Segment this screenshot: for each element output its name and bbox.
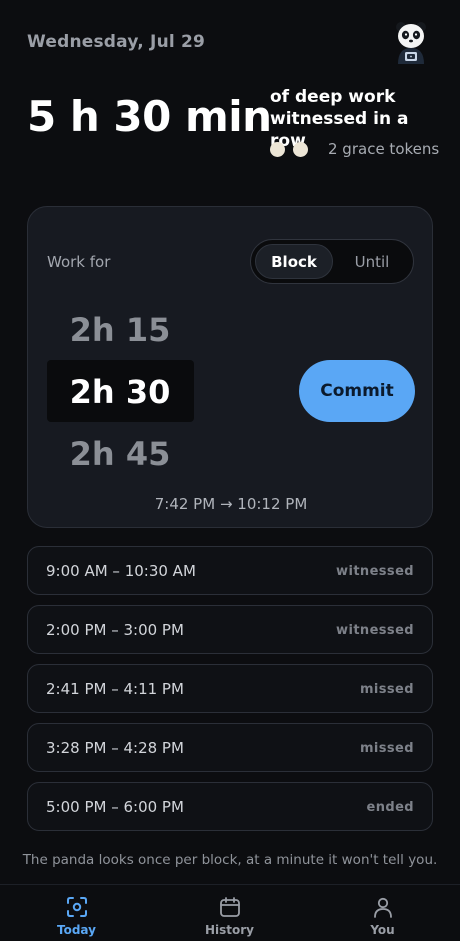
panda-avatar-icon[interactable] [394,22,428,64]
today-screen: Wednesday, Jul 29 5 h 30 min of deep wor… [0,0,460,941]
mode-toggle: Block Until [250,239,414,284]
block-row[interactable]: 2:00 PM – 3:00 PM witnessed [27,605,433,654]
grace-tokens-label: 2 grace tokens [328,140,440,158]
block-time: 2:41 PM – 4:11 PM [46,680,184,698]
focus-scan-icon [66,897,87,917]
block-row[interactable]: 3:28 PM – 4:28 PM missed [27,723,433,772]
grace-tokens: 2 grace tokens [270,140,439,158]
nav-you[interactable]: You [306,885,459,941]
block-row[interactable]: 5:00 PM – 6:00 PM ended [27,782,433,831]
duration-option-previous[interactable]: 2h 15 [47,311,193,349]
block-status: witnessed [336,564,414,579]
mode-until-option[interactable]: Until [335,244,409,279]
block-row[interactable]: 2:41 PM – 4:11 PM missed [27,664,433,713]
commit-button[interactable]: Commit [299,360,415,422]
block-status: witnessed [336,623,414,638]
calendar-icon [219,897,240,917]
footnote: The panda looks once per block, at a min… [22,852,438,868]
duration-option-next[interactable]: 2h 45 [47,435,193,473]
block-time: 5:00 PM – 6:00 PM [46,798,184,816]
block-time: 3:28 PM – 4:28 PM [46,739,184,757]
nav-today[interactable]: Today [0,885,153,941]
streak-duration: 5 h 30 min [27,92,272,141]
time-range-label: 7:42 PM → 10:12 PM [154,495,308,513]
block-time: 2:00 PM – 3:00 PM [46,621,184,639]
grace-token-icon [293,141,308,157]
nav-history[interactable]: History [153,885,306,941]
block-time: 9:00 AM – 10:30 AM [46,562,196,580]
work-for-label: Work for [47,253,111,271]
block-status: ended [366,800,414,815]
nav-history-label: History [204,923,255,937]
nav-today-label: Today [57,923,96,937]
nav-you-label: You [370,923,395,937]
person-icon [373,897,392,918]
bottom-nav: Today History You [0,884,460,941]
mode-block-option[interactable]: Block [255,244,333,279]
grace-token-icon [270,141,285,157]
block-row[interactable]: 9:00 AM – 10:30 AM witnessed [27,546,433,595]
date-label: Wednesday, Jul 29 [27,32,206,52]
block-status: missed [359,741,414,756]
work-for-card: Work for Block Until 2h 15 2h 30 2h 45 C… [27,206,433,528]
duration-option-selected[interactable]: 2h 30 [47,373,193,411]
block-status: missed [359,682,414,697]
